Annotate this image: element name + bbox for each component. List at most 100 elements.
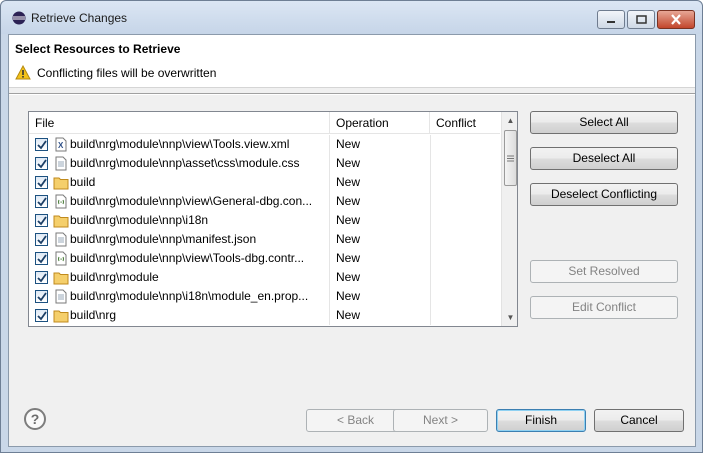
column-header-operation[interactable]: Operation (330, 112, 430, 134)
deselect-conflicting-button[interactable]: Deselect Conflicting (530, 183, 678, 206)
checkmark-icon (37, 273, 47, 283)
back-button[interactable]: < Back (306, 409, 405, 432)
page-title: Select Resources to Retrieve (15, 42, 181, 56)
table-row[interactable]: build New (29, 173, 500, 192)
file-cell: build\nrg\module\nnp\view\Tools-dbg.cont… (29, 249, 330, 268)
scroll-up-arrow[interactable]: ▲ (502, 112, 517, 129)
file-cell: build\nrg\module (29, 268, 330, 287)
table-row[interactable]: Xbuild\nrg\module\nnp\view\Tools.view.xm… (29, 135, 500, 154)
resources-table[interactable]: File Operation Conflict Xbuild\nrg\modul… (28, 111, 518, 327)
cancel-button[interactable]: Cancel (594, 409, 684, 432)
table-row[interactable]: build\nrg\module New (29, 268, 500, 287)
checkmark-icon (37, 254, 47, 264)
conflict-cell (430, 192, 431, 211)
conflict-cell (430, 154, 431, 173)
file-name: build\nrg\module\nnp\asset\css\module.cs… (70, 156, 300, 170)
dialog-body: Select Resources to Retrieve Conflicting… (8, 34, 696, 447)
file-name: build\nrg\module\nnp\view\General-dbg.co… (70, 194, 313, 208)
row-checkbox[interactable] (35, 233, 48, 246)
close-button[interactable] (657, 10, 695, 29)
operation-cell: New (336, 289, 361, 303)
checkmark-icon (37, 311, 47, 321)
title-bar[interactable]: Retrieve Changes (1, 1, 702, 34)
row-checkbox[interactable] (35, 138, 48, 151)
maximize-icon (635, 15, 647, 24)
set-resolved-button[interactable]: Set Resolved (530, 260, 678, 283)
select-all-button[interactable]: Select All (530, 111, 678, 134)
text-file-icon (55, 289, 67, 304)
file-cell: build\nrg (29, 306, 330, 325)
dialog-window: Retrieve Changes Select Resources to Ret… (0, 0, 703, 453)
js-file-icon (55, 194, 67, 209)
scroll-down-arrow[interactable]: ▼ (502, 309, 517, 326)
file-cell: Xbuild\nrg\module\nnp\view\Tools.view.xm… (29, 135, 330, 154)
checkmark-icon (37, 197, 47, 207)
finish-button[interactable]: Finish (496, 409, 586, 432)
close-icon (671, 14, 681, 25)
deselect-all-button[interactable]: Deselect All (530, 147, 678, 170)
checkmark-icon (37, 159, 47, 169)
conflict-cell (430, 287, 431, 306)
svg-text:X: X (58, 141, 64, 150)
file-name: build\nrg\module\nnp\view\Tools-dbg.cont… (70, 251, 305, 265)
conflict-cell (430, 268, 431, 287)
window-title: Retrieve Changes (31, 11, 128, 25)
file-cell: build\nrg\module\nnp\i18n (29, 211, 330, 230)
file-cell: build (29, 173, 330, 192)
table-row[interactable]: build\nrg\module\nnp\asset\css\module.cs… (29, 154, 500, 173)
operation-cell: New (336, 213, 361, 227)
eclipse-icon (12, 11, 26, 25)
table-row[interactable]: build\nrg\module\nnp\view\Tools-dbg.cont… (29, 249, 500, 268)
help-icon[interactable]: ? (24, 408, 46, 430)
row-checkbox[interactable] (35, 271, 48, 284)
operation-cell: New (336, 270, 361, 284)
table-row[interactable]: build\nrg\module\nnp\view\General-dbg.co… (29, 192, 500, 211)
js-file-icon (55, 251, 67, 266)
row-checkbox[interactable] (35, 157, 48, 170)
row-checkbox[interactable] (35, 290, 48, 303)
maximize-button[interactable] (627, 10, 655, 29)
text-file-icon (55, 156, 67, 171)
file-name: build\nrg\module\nnp\view\Tools.view.xml (70, 137, 290, 151)
operation-cell: New (336, 251, 361, 265)
checkmark-icon (37, 178, 47, 188)
table-row[interactable]: build\nrg\module\nnp\i18n New (29, 211, 500, 230)
table-row[interactable]: build\nrg\module\nnp\manifest.json New (29, 230, 500, 249)
file-cell: build\nrg\module\nnp\i18n\module_en.prop… (29, 287, 330, 306)
operation-cell: New (336, 175, 361, 189)
row-checkbox[interactable] (35, 309, 48, 322)
minimize-button[interactable] (597, 10, 625, 29)
checkmark-icon (37, 235, 47, 245)
row-checkbox[interactable] (35, 252, 48, 265)
operation-cell: New (336, 137, 361, 151)
conflict-cell (430, 249, 431, 268)
row-checkbox[interactable] (35, 195, 48, 208)
xml-file-icon: X (55, 137, 67, 152)
conflict-cell (430, 211, 431, 230)
operation-cell: New (336, 232, 361, 246)
checkmark-icon (37, 216, 47, 226)
operation-cell: New (336, 156, 361, 170)
vertical-scrollbar[interactable]: ▲ ▼ (501, 112, 517, 326)
folder-icon (53, 272, 69, 285)
table-header: File Operation Conflict (29, 112, 500, 134)
table-row[interactable]: build\nrg New (29, 306, 500, 325)
row-checkbox[interactable] (35, 176, 48, 189)
operation-cell: New (336, 308, 361, 322)
column-header-conflict[interactable]: Conflict (430, 112, 500, 134)
file-name: build\nrg\module\nnp\manifest.json (70, 232, 257, 246)
scroll-thumb[interactable] (504, 130, 517, 186)
edit-conflict-button[interactable]: Edit Conflict (530, 296, 678, 319)
file-name: build\nrg\module\nnp\i18n (70, 213, 209, 227)
conflict-cell (430, 230, 431, 249)
text-file-icon (55, 232, 67, 247)
folder-icon (53, 310, 69, 323)
operation-cell: New (336, 194, 361, 208)
table-row[interactable]: build\nrg\module\nnp\i18n\module_en.prop… (29, 287, 500, 306)
conflict-cell (430, 306, 431, 325)
next-button[interactable]: Next > (393, 409, 488, 432)
column-header-file[interactable]: File (29, 112, 330, 134)
table-body: Xbuild\nrg\module\nnp\view\Tools.view.xm… (29, 135, 500, 325)
header-separator (9, 93, 695, 95)
row-checkbox[interactable] (35, 214, 48, 227)
